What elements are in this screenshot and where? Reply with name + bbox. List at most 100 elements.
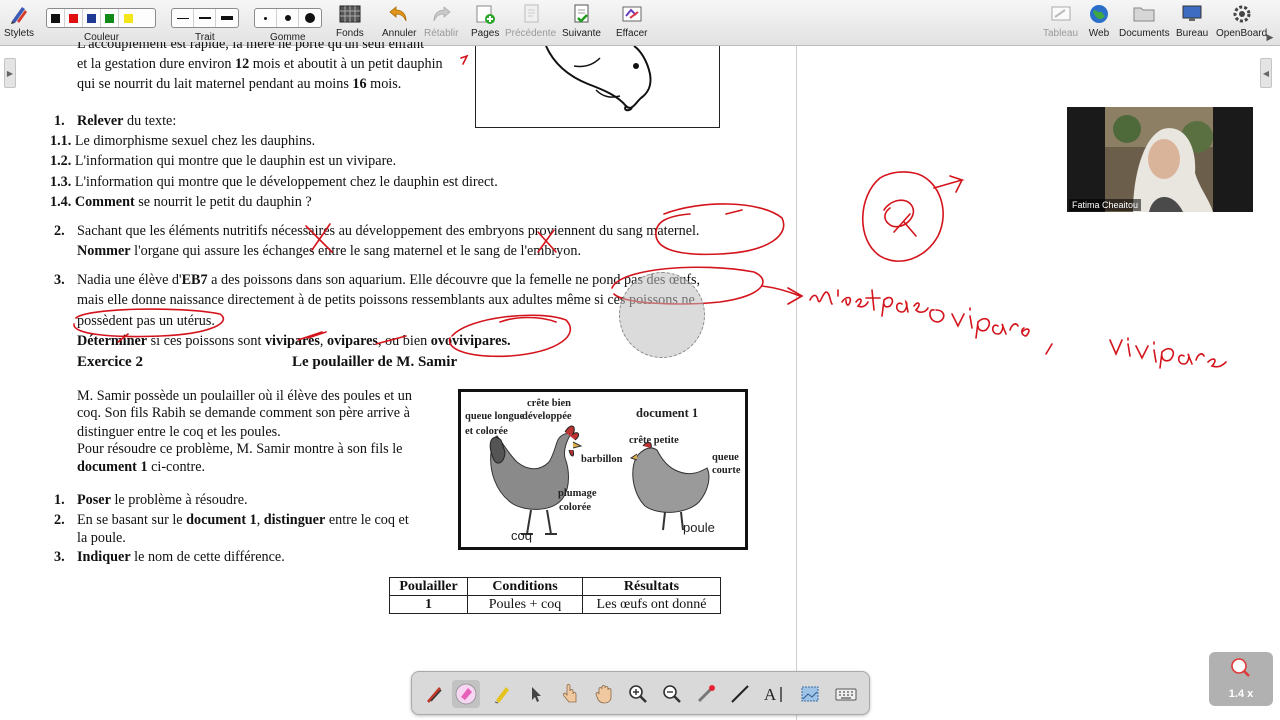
interact-tool[interactable] — [556, 680, 584, 708]
eraser-large[interactable] — [299, 9, 321, 27]
zoom-out-tool[interactable] — [658, 680, 686, 708]
eraser-tool[interactable] — [452, 680, 480, 708]
pen-icon — [427, 687, 442, 703]
stylets-icon — [7, 3, 31, 25]
table-cell: Les œufs ont donné — [582, 595, 721, 614]
svg-text:A: A — [764, 685, 777, 704]
retablir-label: Rétablir — [424, 28, 459, 39]
label-coq: coq — [511, 528, 532, 543]
erase-page-button[interactable]: Effacer — [616, 3, 648, 39]
redo-icon — [429, 3, 453, 25]
color-green[interactable] — [101, 9, 119, 27]
web-button[interactable]: Web — [1087, 3, 1111, 39]
trait-label: Trait — [195, 32, 215, 43]
document-1-figure: queue longue et colorée crête bien dével… — [458, 389, 748, 550]
documents-button[interactable]: Documents — [1119, 3, 1170, 39]
question-3-line-3: possèdent pas un utérus. — [77, 313, 215, 329]
zoom-out-icon — [663, 685, 681, 703]
capture-tool[interactable] — [796, 680, 824, 708]
globe-icon — [1087, 3, 1111, 25]
stylets-label: Stylets — [4, 28, 35, 39]
line-medium[interactable] — [194, 9, 216, 27]
zoom-indicator[interactable]: 1.4 x — [1209, 652, 1273, 706]
question-2-line-1: Sachant que les éléments nutritifs néces… — [77, 223, 700, 239]
question-3-line-2: mais elle donne naissance directement à … — [77, 292, 695, 308]
line-thin[interactable] — [172, 9, 194, 27]
eraser-small[interactable] — [255, 9, 277, 27]
zoom-icon — [1231, 658, 1250, 677]
rooster-drawing — [489, 425, 583, 535]
paragraph-line: distinguer entre le coq et les poules. — [77, 424, 281, 440]
ex2-question-1-text: Poser le problème à résoudre. — [77, 492, 248, 508]
text-tool[interactable]: A — [760, 680, 788, 708]
label-crete-petite: crête petite — [629, 435, 679, 446]
zoom-in-tool[interactable] — [624, 680, 652, 708]
label-coloree: colorée — [559, 502, 592, 513]
couleur-label: Couleur — [84, 32, 120, 43]
laser-pointer-tool[interactable] — [692, 680, 720, 708]
fonds-label: Fonds — [336, 28, 364, 39]
webcam-name: Fatima Cheaitou — [1069, 199, 1142, 211]
dolphin-illustration — [545, 45, 652, 112]
zoom-in-icon — [629, 685, 647, 703]
color-black[interactable] — [47, 9, 65, 27]
question-1-2: 1.2. L'information qui montre que le dau… — [50, 153, 397, 169]
next-page-button[interactable]: Suivante — [562, 3, 601, 39]
label-queue-longue: queue longue — [465, 411, 525, 422]
right-panel-toggle[interactable]: ◀ — [1260, 58, 1272, 88]
keyboard-tool[interactable] — [832, 680, 860, 708]
eraser-medium[interactable] — [277, 9, 299, 27]
ex2-question-2: 2. — [54, 512, 65, 528]
table-header-row: Poulailler Conditions Résultats — [389, 577, 721, 596]
table-header: Résultats — [582, 577, 721, 596]
openboard-button[interactable]: OpenBoard — [1216, 3, 1267, 39]
pointer-spotlight — [619, 272, 705, 358]
previous-page-icon — [519, 3, 543, 25]
question-1-4: 1.4. Comment se nourrit le petit du daup… — [50, 194, 312, 210]
figure-title: document 1 — [636, 406, 699, 420]
color-yellow[interactable] — [119, 9, 137, 27]
undo-button[interactable]: Annuler — [382, 3, 416, 39]
hen-drawing — [629, 441, 710, 531]
table-header: Poulailler — [389, 577, 468, 596]
paragraph-line: document 1 ci-contre. — [77, 459, 206, 475]
text-icon: A — [764, 685, 782, 704]
bureau-button[interactable]: Bureau — [1176, 3, 1208, 39]
tableau-button[interactable]: Tableau — [1043, 3, 1078, 39]
label-et-coloree: et colorée — [465, 426, 508, 437]
redo-button[interactable]: Rétablir — [424, 3, 458, 39]
previous-page-button[interactable]: Précédente — [505, 3, 556, 39]
line-thick[interactable] — [216, 9, 238, 27]
left-panel-toggle[interactable]: ▶ — [4, 58, 16, 88]
hand-icon — [595, 685, 612, 704]
pan-tool[interactable] — [590, 680, 618, 708]
openboard-label: OpenBoard — [1216, 28, 1268, 39]
toolbar-scroll-right-icon[interactable]: ▶ — [1263, 30, 1277, 44]
folder-icon — [1132, 3, 1156, 25]
dolphin-figure — [475, 45, 720, 128]
line-icon — [731, 685, 749, 703]
color-blue[interactable] — [83, 9, 101, 27]
effacer-label: Effacer — [616, 28, 648, 39]
tableau-label: Tableau — [1043, 28, 1079, 39]
line-tool[interactable] — [726, 680, 754, 708]
capture-icon — [801, 686, 819, 702]
pen-tool[interactable] — [420, 680, 448, 708]
pages-button[interactable]: Pages — [471, 3, 499, 39]
webcam-person — [1067, 107, 1253, 212]
keyboard-icon — [835, 688, 857, 701]
erase-page-icon — [620, 3, 644, 25]
fonds-button[interactable]: Fonds — [336, 3, 364, 39]
select-tool[interactable] — [522, 680, 550, 708]
next-page-icon — [569, 3, 593, 25]
color-red[interactable] — [65, 9, 83, 27]
text-line: et la gestation dure environ 12 mois et … — [77, 56, 443, 72]
paragraph-line: M. Samir possède un poulailler où il élè… — [77, 388, 412, 404]
stylets-button[interactable]: Stylets — [4, 3, 34, 39]
documents-label: Documents — [1119, 28, 1170, 39]
highlighter-tool[interactable] — [488, 680, 516, 708]
question-3-number: 3. — [54, 272, 65, 288]
grid-icon — [338, 3, 362, 25]
bureau-label: Bureau — [1176, 28, 1209, 39]
question-3-line-4: Déterminer si ces poissons sont vivipare… — [77, 333, 511, 349]
